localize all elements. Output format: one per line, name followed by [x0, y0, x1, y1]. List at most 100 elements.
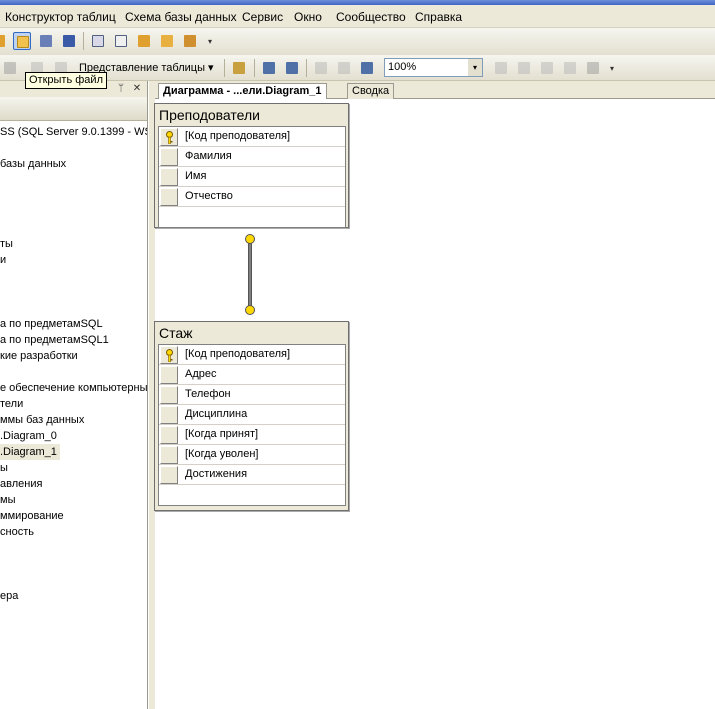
xml-index-icon[interactable] [561, 59, 579, 77]
menu-database-diagram[interactable]: Схема базы данных [125, 10, 237, 24]
column-row[interactable]: [Код преподователя] [159, 345, 345, 365]
column-grid: [Код преподователя] Фамилия Имя Отчество [158, 126, 346, 228]
toolbox-icon[interactable] [181, 32, 199, 50]
tooltip: Открыть файл [25, 72, 107, 89]
chevron-down-icon[interactable]: ▾ [468, 59, 482, 76]
row-selector[interactable] [160, 346, 178, 364]
menu-bar: Конструктор таблиц Схема базы данных Сер… [0, 5, 715, 28]
check-constraints-icon[interactable] [584, 59, 602, 77]
relationships-icon[interactable] [492, 59, 510, 77]
row-selector[interactable] [160, 466, 178, 484]
column-name: Телефон [185, 388, 231, 400]
tree-item[interactable]: тели [0, 396, 23, 412]
zoom-select[interactable]: 100% ▾ [384, 58, 483, 77]
toolbar-separator [83, 32, 84, 50]
panel-toolbar [0, 97, 147, 121]
open-file-button[interactable] [13, 32, 31, 50]
relationship-line[interactable] [248, 236, 252, 310]
tree-item-selected[interactable]: .Diagram_1 [0, 444, 60, 460]
tree-item[interactable]: ы [0, 460, 8, 476]
menu-window[interactable]: Окно [294, 10, 322, 24]
text-annotation-icon[interactable] [230, 59, 248, 77]
show-relationship-labels-icon[interactable] [358, 59, 376, 77]
row-selector[interactable] [160, 426, 178, 444]
copy-icon[interactable] [89, 32, 107, 50]
close-icon[interactable]: ✕ [131, 82, 143, 95]
pin-icon[interactable]: ᛘ [115, 82, 127, 95]
save-button[interactable] [37, 32, 55, 50]
column-name: Дисциплина [185, 408, 248, 420]
autosize-tables-icon[interactable] [283, 59, 301, 77]
tab-diagram[interactable]: Диаграмма - ...ели.Diagram_1 [158, 83, 327, 100]
column-name: Отчество [185, 190, 233, 202]
object-explorer-icon[interactable] [135, 32, 153, 50]
save-all-button[interactable] [60, 32, 78, 50]
menu-table-designer[interactable]: Конструктор таблиц [5, 10, 116, 24]
column-name: Адрес [185, 368, 217, 380]
menu-community[interactable]: Сообщество [336, 10, 406, 24]
menu-tools[interactable]: Сервис [242, 10, 283, 24]
diagram-toolbar: Представление таблицы ▾ 100% ▾ ▾ [0, 55, 715, 81]
row-selector[interactable] [160, 406, 178, 424]
empty-row[interactable] [159, 485, 345, 505]
table-teachers[interactable]: Преподователи [Код преподователя] Фамили… [154, 103, 349, 228]
tree-item[interactable]: сность [0, 524, 34, 540]
row-selector[interactable] [160, 446, 178, 464]
template-explorer-icon[interactable] [158, 32, 176, 50]
key-icon [166, 349, 173, 362]
relationship-key-icon [245, 305, 255, 315]
row-selector[interactable] [160, 128, 178, 146]
table-title: Преподователи [159, 107, 260, 123]
column-row[interactable]: Адрес [159, 365, 345, 385]
tree-item[interactable]: кие разработки [0, 348, 78, 364]
tree-item[interactable]: е обеспечение компьютерны [0, 380, 147, 396]
menu-help[interactable]: Справка [415, 10, 462, 24]
column-row[interactable]: Дисциплина [159, 405, 345, 425]
tree-item[interactable]: ты [0, 236, 13, 252]
column-row[interactable]: Телефон [159, 385, 345, 405]
column-row[interactable]: Фамилия [159, 147, 345, 167]
empty-row[interactable] [159, 207, 345, 227]
row-selector[interactable] [160, 366, 178, 384]
tree-item[interactable]: базы данных [0, 156, 66, 172]
manage-indexes-icon[interactable] [515, 59, 533, 77]
toolbar-overflow-chevron[interactable]: ▾ [607, 61, 617, 77]
document-tab-bar: Диаграмма - ...ели.Diagram_1 Сводка [155, 81, 715, 100]
toolbar-overflow-chevron[interactable]: ▾ [205, 34, 215, 50]
tree-item[interactable]: и [0, 252, 6, 268]
tree-item[interactable]: мы [0, 492, 15, 508]
arrange-tables-icon[interactable] [260, 59, 278, 77]
fulltext-index-icon[interactable] [538, 59, 556, 77]
partial-toolbar-icon[interactable] [0, 32, 8, 50]
tree-item[interactable]: SS (SQL Server 9.0.1399 - WS [0, 124, 147, 140]
recalculate-pages-icon[interactable] [335, 59, 353, 77]
row-selector[interactable] [160, 168, 178, 186]
tree-item[interactable]: .Diagram_0 [0, 428, 57, 444]
column-row[interactable]: [Когда принят] [159, 425, 345, 445]
tree-item[interactable]: ера [0, 588, 18, 604]
new-table-icon[interactable] [1, 59, 19, 77]
tree-item[interactable]: авления [0, 476, 42, 492]
row-selector[interactable] [160, 148, 178, 166]
column-row[interactable]: Достижения [159, 465, 345, 485]
column-name: [Когда уволен] [185, 448, 259, 460]
relationship-key-icon [245, 234, 255, 244]
column-row[interactable]: Имя [159, 167, 345, 187]
column-name: [Когда принят] [185, 428, 259, 440]
page-breaks-icon[interactable] [312, 59, 330, 77]
tree-item[interactable]: ммы баз данных [0, 412, 84, 428]
column-row[interactable]: Отчество [159, 187, 345, 207]
column-row[interactable]: [Код преподователя] [159, 127, 345, 147]
tree-item[interactable]: ммирование [0, 508, 64, 524]
column-name: Фамилия [185, 150, 232, 162]
tab-summary[interactable]: Сводка [347, 83, 395, 100]
row-selector[interactable] [160, 386, 178, 404]
column-row[interactable]: [Когда уволен] [159, 445, 345, 465]
row-selector[interactable] [160, 188, 178, 206]
tree-item[interactable]: а по предметамSQL [0, 316, 103, 332]
properties-icon[interactable] [112, 32, 130, 50]
table-experience[interactable]: Стаж [Код преподователя] Адрес Телефон Д… [154, 321, 349, 511]
tree-item[interactable]: а по предметамSQL1 [0, 332, 109, 348]
column-name: [Код преподователя] [185, 130, 291, 142]
standard-toolbar: ▾ [0, 28, 715, 55]
